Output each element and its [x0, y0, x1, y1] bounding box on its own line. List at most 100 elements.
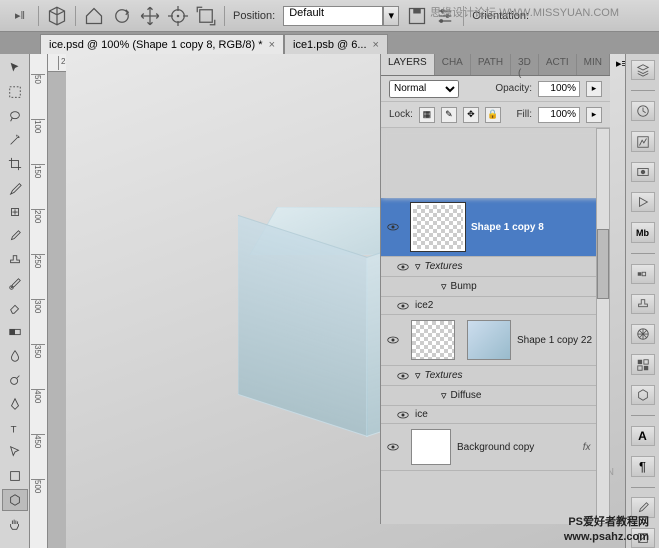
- layer-name: Textures: [425, 370, 610, 381]
- position-label: Position:: [233, 10, 275, 22]
- cube-icon[interactable]: [47, 6, 67, 26]
- lock-pixels-icon[interactable]: ✎: [441, 107, 457, 123]
- layer-ice[interactable]: ice: [381, 406, 610, 424]
- fx-indicator[interactable]: fx: [583, 442, 591, 453]
- layer-shape1-copy22[interactable]: Shape 1 copy 22: [381, 315, 610, 366]
- blend-mode-select[interactable]: Normal: [389, 80, 459, 98]
- save-icon[interactable]: [407, 6, 427, 26]
- tab-ice1-psb[interactable]: ice1.psb @ 6... ×: [284, 34, 388, 54]
- layer-background-copy[interactable]: Background copy fx ▾: [381, 424, 610, 471]
- opacity-input[interactable]: [538, 81, 580, 97]
- lasso-tool[interactable]: [2, 105, 28, 127]
- history-icon[interactable]: [631, 101, 655, 121]
- lock-all-icon[interactable]: 🔒: [485, 107, 501, 123]
- heal-tool[interactable]: [2, 201, 28, 223]
- tab-channels[interactable]: CHA: [435, 54, 471, 75]
- eyedropper-tool[interactable]: [2, 177, 28, 199]
- swatch-icon[interactable]: [631, 354, 655, 374]
- visibility-toggle[interactable]: [391, 411, 415, 419]
- wand-tool[interactable]: [2, 129, 28, 151]
- move-icon[interactable]: [140, 6, 160, 26]
- layer-name[interactable]: Background copy: [457, 442, 583, 453]
- nav-icon[interactable]: [631, 324, 655, 344]
- mask-icon[interactable]: [631, 162, 655, 182]
- lock-row: Lock: ▦ ✎ ✥ 🔒 Fill: ▸: [381, 102, 610, 128]
- type-tool[interactable]: T: [2, 417, 28, 439]
- path-select-tool[interactable]: [2, 441, 28, 463]
- para-icon[interactable]: ¶: [631, 456, 655, 476]
- layer-ice2[interactable]: ice2: [381, 297, 610, 315]
- layer-name[interactable]: Shape 1 copy 8: [471, 222, 610, 233]
- tab-layers[interactable]: LAYERS: [381, 54, 435, 75]
- mb-icon[interactable]: Mb: [631, 222, 655, 242]
- adjust-panel-icon[interactable]: [631, 131, 655, 151]
- visibility-toggle[interactable]: [391, 263, 415, 271]
- clone-panel-icon[interactable]: [631, 294, 655, 314]
- brush-tool[interactable]: [2, 225, 28, 247]
- 3d-tool[interactable]: [2, 489, 28, 511]
- fill-flyout-icon[interactable]: ▸: [586, 107, 602, 123]
- layer-thumbnail[interactable]: [411, 429, 451, 465]
- layer-thumbnail[interactable]: [411, 320, 455, 360]
- history-brush-tool[interactable]: [2, 273, 28, 295]
- tab-label: ice.psd @ 100% (Shape 1 copy 8, RGB/8) *: [49, 39, 263, 51]
- close-icon[interactable]: ×: [269, 39, 275, 51]
- layer-name: ice2: [415, 300, 610, 311]
- document-tabs: ice.psd @ 100% (Shape 1 copy 8, RGB/8) *…: [0, 32, 659, 54]
- home-icon[interactable]: [84, 6, 104, 26]
- layer-textures-group-2[interactable]: ▿Textures: [381, 366, 610, 386]
- tab-paths[interactable]: PATH: [471, 54, 511, 75]
- char-icon[interactable]: A: [631, 426, 655, 446]
- stamp-tool[interactable]: [2, 249, 28, 271]
- tab-ice-psd[interactable]: ice.psd @ 100% (Shape 1 copy 8, RGB/8) *…: [40, 34, 284, 54]
- crop-tool[interactable]: [2, 153, 28, 175]
- target-icon[interactable]: [168, 6, 188, 26]
- layer-shape1-copy8[interactable]: Shape 1 copy 8: [381, 198, 610, 257]
- shape-tool[interactable]: [2, 465, 28, 487]
- layer-name: Textures: [425, 261, 610, 272]
- visibility-toggle[interactable]: [391, 302, 415, 310]
- right-dock: Mb A ¶: [625, 54, 659, 548]
- fill-input[interactable]: [538, 107, 580, 123]
- dodge-tool[interactable]: [2, 369, 28, 391]
- brush-panel-icon[interactable]: [631, 264, 655, 284]
- lock-position-icon[interactable]: ✥: [463, 107, 479, 123]
- blur-tool[interactable]: [2, 345, 28, 367]
- layer-textures-group[interactable]: ▿Textures: [381, 257, 610, 277]
- tab-3d[interactable]: 3D (: [511, 54, 539, 75]
- styles-icon[interactable]: [631, 385, 655, 405]
- visibility-toggle[interactable]: [381, 443, 405, 451]
- layer-diffuse[interactable]: ▿Diffuse: [381, 386, 610, 406]
- rotate-icon[interactable]: [112, 6, 132, 26]
- layers-panel: LAYERS CHA PATH 3D ( ACTI MIN ▸≡ Normal …: [380, 54, 610, 524]
- opacity-flyout-icon[interactable]: ▸: [586, 81, 602, 97]
- layer-bump[interactable]: ▿Bump: [381, 277, 610, 297]
- panel-tabs: LAYERS CHA PATH 3D ( ACTI MIN ▸≡: [381, 54, 610, 76]
- layer-thumbnail[interactable]: [411, 203, 465, 251]
- scale-icon[interactable]: [196, 6, 216, 26]
- gradient-tool[interactable]: [2, 321, 28, 343]
- tab-mini[interactable]: MIN: [577, 54, 610, 75]
- tab-actions[interactable]: ACTI: [539, 54, 577, 75]
- layer-name: Bump: [451, 281, 610, 292]
- layer-mask-thumbnail[interactable]: [467, 320, 511, 360]
- watermark-bottom: PS爱好者教程网 www.psahz.com: [564, 515, 649, 544]
- pen-tool[interactable]: [2, 393, 28, 415]
- visibility-toggle[interactable]: [391, 372, 415, 380]
- marquee-tool[interactable]: [2, 81, 28, 103]
- layers-icon[interactable]: [631, 60, 655, 80]
- actions-icon[interactable]: [631, 192, 655, 212]
- layer-scrollbar[interactable]: [596, 128, 610, 524]
- visibility-toggle[interactable]: [381, 223, 405, 231]
- watermark-top: 思缘设计论坛 WWW.MISSYUAN.COM: [430, 4, 619, 20]
- eraser-tool[interactable]: [2, 297, 28, 319]
- visibility-toggle[interactable]: [381, 336, 405, 344]
- ruler-vertical: 50 100 150 200 250 300 350 400 450 500: [30, 54, 48, 548]
- position-select[interactable]: Default: [283, 6, 383, 26]
- move-tool[interactable]: [2, 57, 28, 79]
- hand-tool[interactable]: [2, 513, 28, 535]
- panel-toggle-icon[interactable]: ▸‖: [10, 6, 30, 26]
- close-icon[interactable]: ×: [373, 39, 379, 51]
- position-dropdown-icon[interactable]: ▾: [383, 6, 399, 26]
- lock-transparency-icon[interactable]: ▦: [419, 107, 435, 123]
